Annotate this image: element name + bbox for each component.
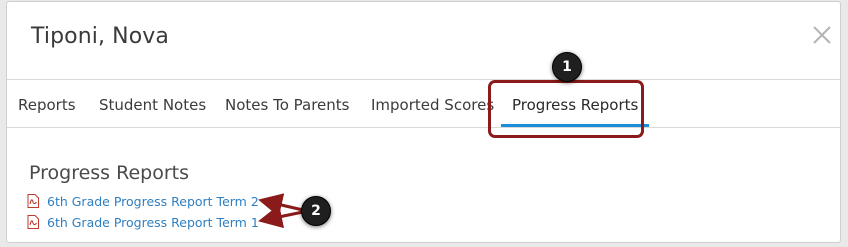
arrow-to-term-2 (258, 193, 304, 217)
callout-arrows (258, 193, 304, 229)
callout-badge-2: 2 (301, 196, 331, 226)
arrow-to-term-1 (258, 204, 304, 229)
callout-badge-1: 1 (552, 52, 582, 82)
